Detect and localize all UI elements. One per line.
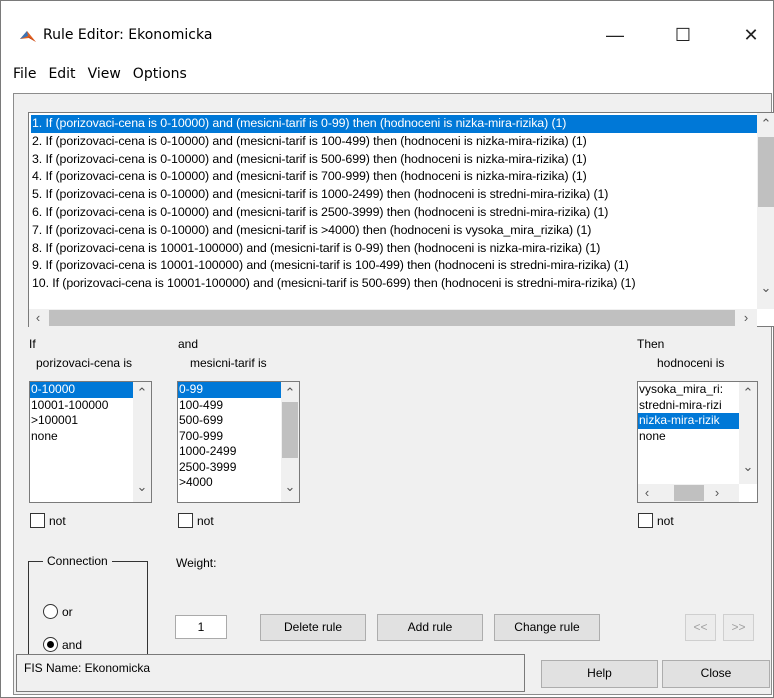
list-item[interactable]: none [638,429,739,445]
list-item[interactable]: 500-699 [178,413,281,429]
list-item[interactable]: vysoka_mira_ri: [638,382,739,398]
if-not-checkbox-row[interactable]: not [30,513,66,528]
list-item[interactable]: 2500-3999 [178,460,281,476]
connection-or-option[interactable]: or [43,604,73,619]
if-listbox[interactable]: 0-10000 10001-100000 >100001 none ⌃ ⌄ [29,381,152,503]
rule-item[interactable]: 1. If (porizovaci-cena is 0-10000) and (… [31,115,757,133]
not-label: not [49,513,66,528]
weight-label: Weight: [176,556,217,570]
then-listbox-hscrollbar[interactable]: ‹ › [638,484,739,502]
then-variable-label: hodnoceni is [657,356,725,370]
rule-item[interactable]: 8. If (porizovaci-cena is 10001-100000) … [31,240,757,258]
list-item[interactable]: 1000-2499 [178,444,281,460]
status-bar: FIS Name: Ekonomicka [16,654,525,692]
menu-options[interactable]: Options [127,66,193,82]
editor-panel: 1. If (porizovaci-cena is 0-10000) and (… [13,93,774,695]
menu-view[interactable]: View [82,66,127,82]
and-header: and [178,337,199,351]
scroll-up-arrow-icon[interactable]: ⌃ [281,384,299,402]
then-header: Then [637,337,665,351]
and-listbox-scrollbar[interactable]: ⌃ ⌄ [281,382,299,502]
if-header: If [29,337,36,351]
rule-item[interactable]: 10. If (porizovaci-cena is 10001-100000)… [31,275,757,293]
maximize-button[interactable]: ☐ [660,15,706,55]
scroll-up-arrow-icon[interactable]: ⌃ [739,384,757,402]
menu-file[interactable]: File [7,66,42,82]
list-item[interactable]: none [30,429,133,445]
window-title: Rule Editor: Ekonomicka [43,27,213,43]
scroll-thumb[interactable] [49,310,735,326]
scroll-thumb[interactable] [282,402,298,458]
or-label: or [62,604,73,619]
then-listbox[interactable]: vysoka_mira_ri: stredni-mira-rizi nizka-… [637,381,758,503]
scroll-up-arrow-icon[interactable]: ⌃ [133,384,151,402]
then-not-checkbox-row[interactable]: not [638,513,674,528]
scroll-up-arrow-icon[interactable]: ⌃ [757,115,774,133]
connection-and-option[interactable]: and [43,637,82,652]
and-variable-label: mesicni-tarif is [190,356,267,370]
help-button[interactable]: Help [541,660,658,688]
list-item[interactable]: 100-499 [178,398,281,414]
close-window-button[interactable]: ✕ [728,15,774,55]
close-button[interactable]: Close [662,660,770,688]
scroll-left-arrow-icon[interactable]: ‹ [29,309,47,327]
change-rule-button[interactable]: Change rule [494,614,600,641]
and-not-checkbox[interactable] [178,513,193,528]
list-item[interactable]: 10001-100000 [30,398,133,414]
matlab-icon [20,31,36,42]
and-not-checkbox-row[interactable]: not [178,513,214,528]
not-label: not [197,513,214,528]
delete-rule-button[interactable]: Delete rule [260,614,366,641]
scroll-down-arrow-icon[interactable]: ⌄ [133,478,151,496]
or-radio[interactable] [43,604,58,619]
rule-item[interactable]: 6. If (porizovaci-cena is 0-10000) and (… [31,204,757,222]
rule-item[interactable]: 9. If (porizovaci-cena is 10001-100000) … [31,257,757,275]
connection-title: Connection [43,554,112,568]
then-listbox-scrollbar[interactable]: ⌃ ⌄ [739,382,757,484]
list-item[interactable]: stredni-mira-rizi [638,398,739,414]
next-rule-button[interactable]: >> [723,614,754,641]
list-item[interactable]: 0-10000 [30,382,133,398]
rule-list-horizontal-scrollbar[interactable]: ‹ › [29,309,757,327]
menu-bar: File Edit View Options [1,59,773,89]
list-item[interactable]: >4000 [178,475,281,491]
minimize-button[interactable]: — [592,15,638,55]
scroll-down-arrow-icon[interactable]: ⌄ [739,458,757,476]
if-listbox-scrollbar[interactable]: ⌃ ⌄ [133,382,151,502]
list-item[interactable]: 700-999 [178,429,281,445]
scroll-down-arrow-icon[interactable]: ⌄ [757,279,774,297]
rule-lines: 1. If (porizovaci-cena is 0-10000) and (… [31,115,757,309]
list-item[interactable]: >100001 [30,413,133,429]
scroll-left-arrow-icon[interactable]: ‹ [638,484,656,502]
rule-editor-window: Rule Editor: Ekonomicka — ☐ ✕ File Edit … [0,0,774,698]
list-item[interactable]: 0-99 [178,382,281,398]
and-listbox[interactable]: 0-99 100-499 500-699 700-999 1000-2499 2… [177,381,300,503]
rule-list[interactable]: 1. If (porizovaci-cena is 0-10000) and (… [28,112,774,327]
rule-item[interactable]: 4. If (porizovaci-cena is 0-10000) and (… [31,168,757,186]
and-radio[interactable] [43,637,58,652]
not-label: not [657,513,674,528]
rule-list-vertical-scrollbar[interactable]: ⌃ ⌄ [757,113,774,309]
list-item[interactable]: nizka-mira-rizik [638,413,739,429]
scroll-thumb[interactable] [758,137,774,207]
scroll-right-arrow-icon[interactable]: › [737,309,755,327]
rule-item[interactable]: 7. If (porizovaci-cena is 0-10000) and (… [31,222,757,240]
rule-item[interactable]: 3. If (porizovaci-cena is 0-10000) and (… [31,151,757,169]
scroll-right-arrow-icon[interactable]: › [708,484,726,502]
and-label: and [62,637,83,652]
if-variable-label: porizovaci-cena is [36,356,133,370]
previous-rule-button[interactable]: << [685,614,716,641]
menu-edit[interactable]: Edit [42,66,81,82]
rule-item[interactable]: 2. If (porizovaci-cena is 0-10000) and (… [31,133,757,151]
rule-item[interactable]: 5. If (porizovaci-cena is 0-10000) and (… [31,186,757,204]
title-bar[interactable]: Rule Editor: Ekonomicka — ☐ ✕ [1,1,773,55]
scroll-thumb[interactable] [674,485,704,501]
scroll-down-arrow-icon[interactable]: ⌄ [281,478,299,496]
then-not-checkbox[interactable] [638,513,653,528]
weight-input[interactable]: 1 [175,615,227,639]
add-rule-button[interactable]: Add rule [377,614,483,641]
if-not-checkbox[interactable] [30,513,45,528]
